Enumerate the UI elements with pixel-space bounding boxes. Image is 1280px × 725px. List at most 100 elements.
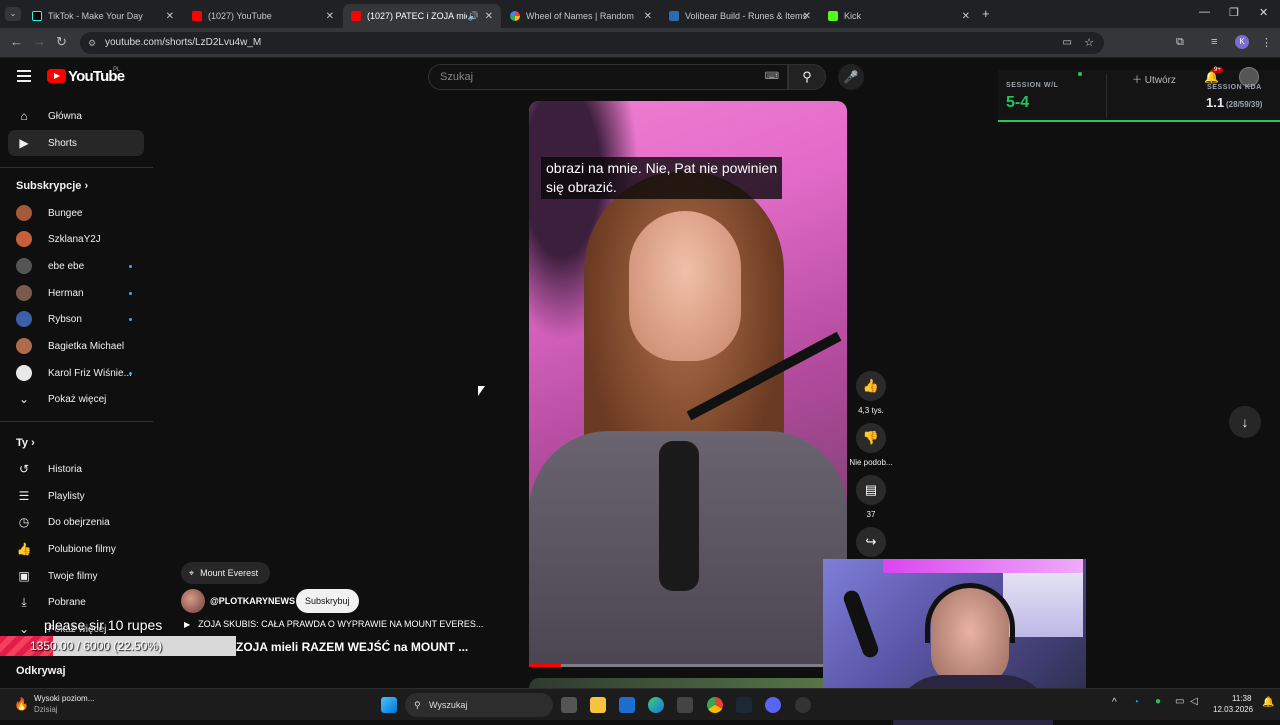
taskbar-search[interactable]: ⚲ Wyszukaj	[405, 693, 553, 717]
tray-icon[interactable]: ◔	[1133, 697, 1139, 708]
discord-icon[interactable]	[765, 697, 781, 713]
sidebar-item-subscription[interactable]: SzklanaY2J	[16, 226, 144, 252]
dislike-button[interactable]: 👎	[856, 423, 886, 453]
youtube-logo-icon[interactable]	[47, 69, 66, 83]
tab-close-icon[interactable]: ✕	[326, 11, 334, 22]
tab-search-chevron-icon[interactable]: ⌄	[5, 7, 21, 21]
microphone-stand	[659, 441, 699, 591]
chrome-icon[interactable]	[707, 697, 723, 713]
store-icon[interactable]	[677, 697, 693, 713]
weather-alert-icon: 🔥	[14, 697, 29, 711]
sidebar-item-shorts[interactable]: ▶ Shorts	[8, 130, 144, 156]
voice-search-button[interactable]: 🎤	[838, 64, 864, 90]
volume-icon[interactable]: ◁	[1190, 696, 1198, 707]
tab-close-icon[interactable]: ✕	[962, 11, 970, 22]
cast-icon[interactable]: ▭	[1063, 32, 1072, 54]
sidebar-item-label: SzklanaY2J	[48, 233, 101, 245]
notification-bell-icon[interactable]: 🔔	[1262, 697, 1274, 708]
browser-tab[interactable]: TikTok - Make Your Day ✕	[24, 4, 182, 28]
browser-menu-icon[interactable]: ⋮	[1261, 36, 1272, 49]
sidebar-item-label: Główna	[48, 110, 82, 122]
sidebar-item-subscription[interactable]: Bagietka Michael	[16, 333, 144, 359]
tab-close-icon[interactable]: ✕	[485, 11, 493, 22]
donation-message: please sir 10 rupes	[44, 617, 163, 633]
reload-icon[interactable]: ↻	[56, 35, 67, 49]
subscribe-button[interactable]: Subskrybuj	[296, 589, 359, 613]
sidebar-item-watch-later[interactable]: ◷ Do obejrzenia	[16, 509, 144, 535]
weather-subtitle: Dzisiaj	[34, 705, 58, 714]
site-info-icon[interactable]: ⚙	[88, 32, 96, 54]
bookmark-star-icon[interactable]: ☆	[1084, 32, 1094, 54]
tray-chevron-icon[interactable]: ^	[1112, 697, 1117, 708]
thumbs-up-icon: 👍	[862, 378, 880, 393]
file-explorer-icon[interactable]	[590, 697, 606, 713]
clock-time[interactable]: 11:38	[1232, 694, 1251, 703]
media-control-icon[interactable]: ≡	[1211, 36, 1217, 48]
session-kda-detail: (28/59/39)	[1226, 100, 1263, 109]
edge-icon[interactable]	[648, 697, 664, 713]
next-short-button[interactable]: ↓	[1229, 406, 1261, 438]
menu-hamburger-icon[interactable]	[17, 70, 31, 82]
create-button[interactable]: ＋ Utwórz	[1132, 71, 1176, 86]
search-placeholder: Szukaj	[440, 71, 474, 83]
browser-tab-active[interactable]: (1027) PATEC i ZOJA mieli R🔊 ✕	[343, 4, 501, 28]
sidebar-item-subscription[interactable]: Karol Friz Wiśnie...	[16, 360, 144, 386]
download-icon: ⤓	[21, 594, 27, 609]
task-view-icon[interactable]	[561, 697, 577, 713]
sidebar-item-your-videos[interactable]: ▣ Twoje filmy	[16, 563, 144, 589]
search-input[interactable]: Szukaj ⌨	[428, 64, 788, 90]
sidebar-item-subscription[interactable]: Herman	[16, 280, 144, 306]
sidebar-item-subscription[interactable]: Bungee	[16, 200, 144, 226]
tab-close-icon[interactable]: ✕	[166, 11, 174, 22]
you-header[interactable]: Ty ›	[16, 437, 35, 449]
network-icon[interactable]: ▭	[1175, 696, 1184, 707]
profile-avatar[interactable]: K	[1235, 35, 1249, 49]
share-button[interactable]: ↪	[856, 527, 886, 557]
sidebar-item-home[interactable]: ⌂ Główna	[16, 103, 144, 129]
like-button[interactable]: 👍	[856, 371, 886, 401]
app-icon[interactable]	[795, 697, 811, 713]
sidebar-item-show-more[interactable]: ⌄ Pokaż więcej	[16, 386, 144, 412]
sidebar-item-subscription[interactable]: ebe ebe	[16, 253, 144, 279]
comments-button[interactable]: ▤	[856, 475, 886, 505]
clock-date[interactable]: 12.03.2026	[1213, 705, 1253, 714]
sidebar-item-playlists[interactable]: ☰ Playlisty	[16, 483, 144, 509]
playlist-link[interactable]: ▶ ZOJA SKUBIS: CAŁA PRAWDA O WYPRAWIE NA …	[184, 619, 483, 629]
tab-close-icon[interactable]: ✕	[644, 11, 652, 22]
video-progress-track[interactable]	[529, 664, 847, 667]
microphone-icon: 🎤	[843, 70, 859, 84]
new-tab-button[interactable]: +	[982, 6, 990, 21]
minimize-button[interactable]: —	[1199, 6, 1210, 18]
windows-start-icon[interactable]	[381, 697, 397, 713]
playlist-title: ZOJA SKUBIS: CAŁA PRAWDA O WYPRAWIE NA M…	[198, 619, 484, 629]
short-video-player[interactable]: obrazi na mnie. Nie, Pat nie powinien si…	[529, 101, 847, 667]
forward-arrow-icon[interactable]: →	[33, 35, 46, 49]
back-arrow-icon[interactable]: ←	[10, 35, 23, 49]
outlook-icon[interactable]	[619, 697, 635, 713]
audio-playing-icon[interactable]: 🔊	[468, 11, 479, 22]
channel-avatar[interactable]	[181, 589, 205, 613]
sidebar-item-downloads[interactable]: ⤓ Pobrane	[16, 589, 144, 615]
browser-tab[interactable]: Wheel of Names | Random nam ✕	[502, 4, 660, 28]
browser-tab[interactable]: Kick ✕	[820, 4, 978, 28]
tab-close-icon[interactable]: ✕	[803, 11, 811, 22]
sidebar-item-history[interactable]: ↺ Historia	[16, 456, 144, 482]
weather-title: Wysoki poziom...	[34, 694, 95, 703]
address-bar[interactable]: ⚙ youtube.com/shorts/LzD2Lvu4w_M ▭ ☆	[80, 32, 1104, 54]
sidebar-item-liked[interactable]: 👍 Polubione filmy	[16, 536, 144, 562]
weather-widget[interactable]: 🔥 Wysoki poziom... Dzisiaj	[14, 693, 124, 717]
browser-tab[interactable]: Volibear Build - Runes & Items ✕	[661, 4, 819, 28]
tray-mic-icon[interactable]: ●	[1155, 696, 1161, 707]
channel-name[interactable]: @PLOTKARYNEWS	[210, 596, 295, 606]
browser-tab[interactable]: (1027) YouTube ✕	[184, 4, 342, 28]
keyboard-icon[interactable]: ⌨	[765, 65, 779, 89]
extensions-icon[interactable]: ⧉	[1176, 36, 1184, 49]
steam-icon[interactable]	[736, 697, 752, 713]
session-kda-label: SESSION KDA	[1207, 84, 1262, 91]
location-chip[interactable]: ⌖ Mount Everest	[181, 562, 271, 584]
subscriptions-header[interactable]: Subskrypcje ›	[16, 180, 88, 192]
close-window-button[interactable]: ✕	[1259, 6, 1268, 19]
search-button[interactable]: ⚲	[788, 64, 826, 90]
sidebar-item-subscription[interactable]: Rybson	[16, 306, 144, 332]
maximize-button[interactable]: ❐	[1229, 6, 1239, 19]
